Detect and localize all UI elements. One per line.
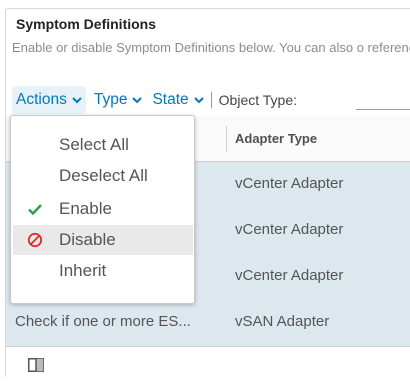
panel-title: Symptom Definitions	[16, 16, 157, 32]
type-filter-button[interactable]: Type	[90, 86, 147, 114]
object-type-input[interactable]	[356, 109, 410, 110]
row-name: Check if one or more ES...	[15, 313, 191, 330]
row-adapter-type: vCenter Adapter	[235, 175, 344, 192]
state-filter-button[interactable]: State	[148, 86, 207, 114]
grid-footer	[6, 346, 410, 382]
actions-menu: Select All Deselect All Enable Disable I…	[10, 115, 195, 304]
row-adapter-type: vSAN Adapter	[235, 313, 330, 330]
ban-icon	[27, 232, 43, 248]
object-type-label: Object Type:	[218, 92, 297, 108]
menu-item-label: Inherit	[59, 261, 107, 280]
menu-item-label: Disable	[59, 230, 116, 249]
actions-dropdown-button[interactable]: Actions	[12, 86, 86, 114]
chevron-down-icon	[193, 97, 204, 104]
menu-item-label: Select All	[59, 135, 129, 154]
column-toggle-icon[interactable]	[28, 358, 44, 372]
menu-item-deselect-all[interactable]: Deselect All	[13, 161, 193, 191]
row-adapter-type: vCenter Adapter	[235, 267, 344, 284]
column-header-adapter-type[interactable]: Adapter Type	[235, 131, 317, 146]
menu-item-enable[interactable]: Enable	[13, 194, 193, 224]
menu-item-label: Deselect All	[59, 166, 148, 185]
menu-item-disable[interactable]: Disable	[13, 225, 193, 255]
actions-label: Actions	[16, 91, 67, 108]
toolbar: Actions Type State Object Type:	[12, 86, 297, 114]
menu-item-label: Enable	[59, 199, 112, 218]
row-adapter-type: vCenter Adapter	[235, 221, 344, 238]
toolbar-divider	[210, 92, 212, 108]
table-row[interactable]: Check if one or more ES... vSAN Adapter	[6, 300, 410, 346]
symptom-definitions-panel: Symptom Definitions Enable or disable Sy…	[0, 0, 410, 385]
menu-item-inherit[interactable]: Inherit	[13, 256, 193, 286]
chevron-down-icon	[132, 97, 143, 104]
check-icon	[28, 204, 42, 216]
type-label: Type	[93, 91, 128, 108]
chevron-down-icon	[72, 97, 82, 104]
menu-item-select-all[interactable]: Select All	[13, 130, 193, 160]
column-divider[interactable]	[226, 126, 227, 152]
panel-description: Enable or disable Symptom Definitions be…	[12, 40, 410, 55]
state-label: State	[152, 91, 189, 108]
